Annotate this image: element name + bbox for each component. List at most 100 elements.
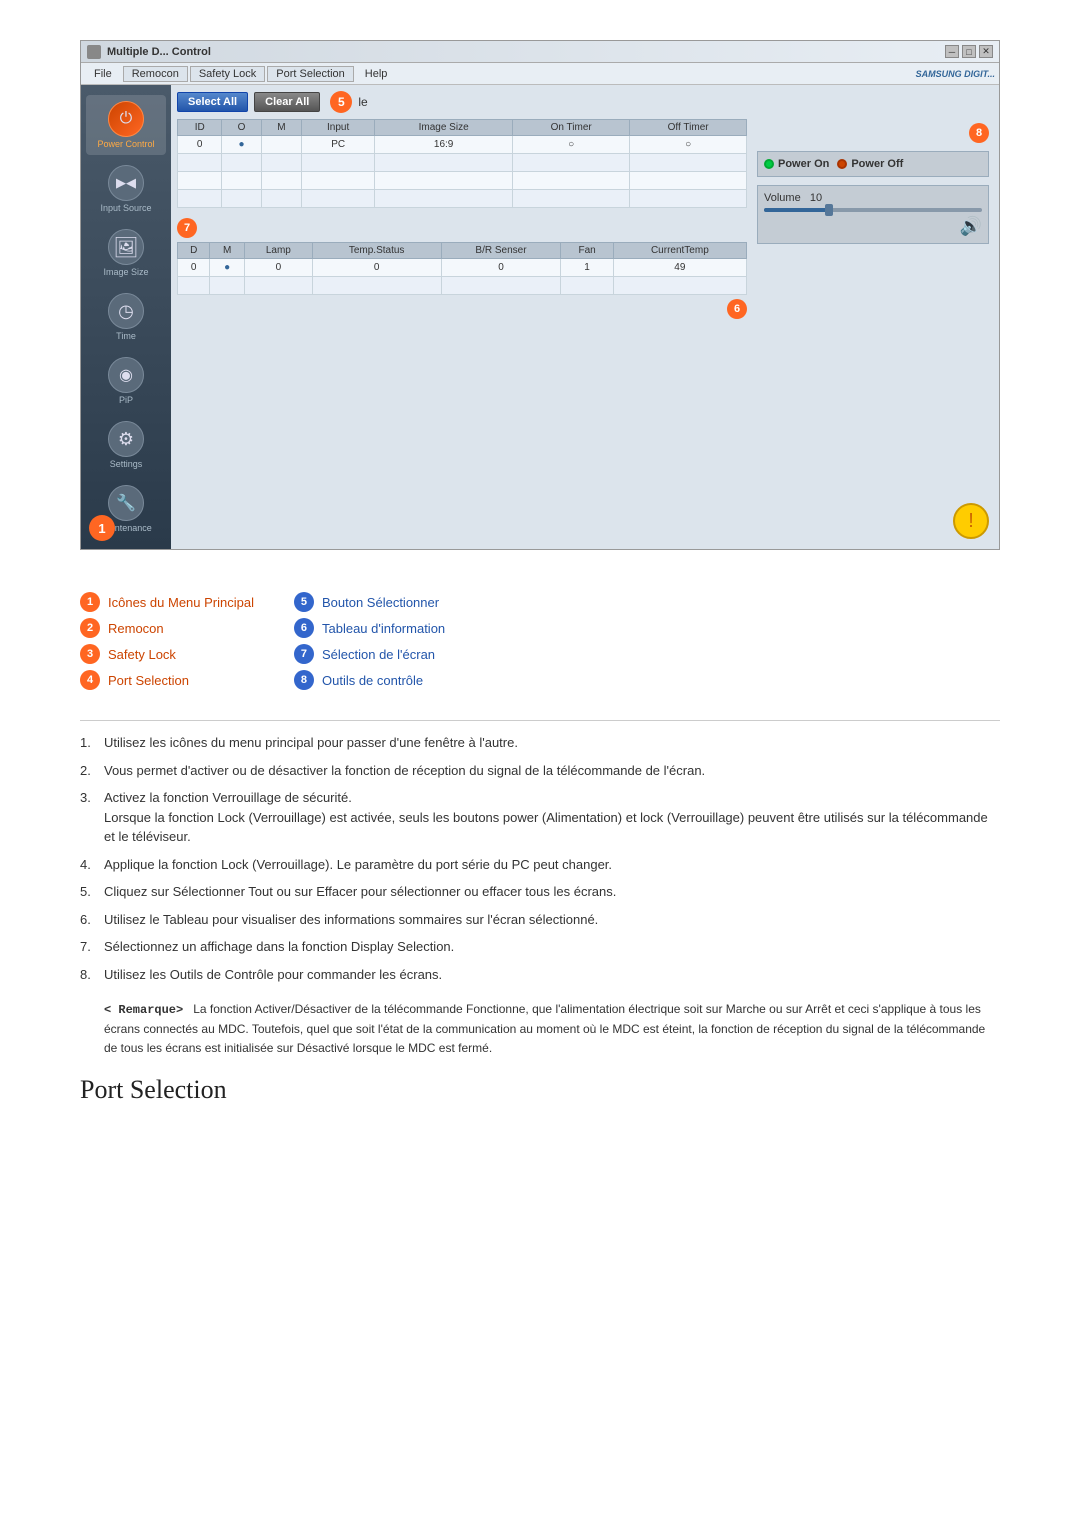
cell-o: ●	[222, 136, 261, 154]
col-header-o: O	[222, 120, 261, 136]
bcol-d: D	[178, 243, 210, 259]
col-header-image-size: Image Size	[375, 120, 513, 136]
volume-value: 10	[810, 192, 822, 204]
bcol-m: M	[210, 243, 245, 259]
menu-remocon[interactable]: Remocon	[123, 66, 188, 82]
instruction-2: 2. Vous permet d'activer ou de désactive…	[80, 761, 1000, 781]
app-body: ⏻ Power Control ▶◀ Input Source 🖼 Image …	[81, 85, 999, 549]
legend-num-8: 8	[294, 670, 314, 690]
btable-row: 0 ● 0 0 0 1 49	[178, 259, 747, 277]
badge-6: 6	[727, 299, 747, 319]
col-header-input: Input	[302, 120, 375, 136]
sidebar-label-image-size: Image Size	[103, 267, 148, 277]
bcell-br-senser: 0	[441, 259, 561, 277]
volume-label-row: Volume 10	[764, 192, 982, 204]
sidebar-item-time[interactable]: ◷ Time	[86, 287, 166, 347]
legend-text-3: Safety Lock	[108, 647, 176, 662]
table-row	[178, 154, 747, 172]
instruction-6: 6. Utilisez le Tableau pour visualiser d…	[80, 910, 1000, 930]
bcol-br-senser: B/R Senser	[441, 243, 561, 259]
menu-file[interactable]: File	[85, 66, 121, 82]
volume-speaker-icon: 🔊	[764, 216, 982, 237]
title-bar: Multiple D... Control ─ □ ✕	[81, 41, 999, 63]
badge-1: 1	[89, 515, 115, 541]
power-on-radio[interactable]	[764, 159, 774, 169]
maximize-button[interactable]: □	[962, 45, 976, 58]
legend-num-2: 2	[80, 618, 100, 638]
power-on-button[interactable]: Power On	[764, 158, 829, 170]
badge-5: 5	[330, 91, 352, 113]
select-all-button[interactable]: Select All	[177, 92, 248, 112]
instruction-3: 3. Activez la fonction Verrouillage de s…	[80, 788, 1000, 847]
main-content-area: Select All Clear All 5 le ID O	[171, 85, 999, 549]
volume-slider-thumb[interactable]	[825, 204, 833, 216]
power-on-label: Power On	[778, 158, 829, 170]
menu-bar: File Remocon Safety Lock Port Selection …	[81, 63, 999, 85]
sidebar-item-pip[interactable]: ◉ PiP	[86, 351, 166, 411]
app-icon	[87, 45, 101, 59]
legend-num-1: 1	[80, 592, 100, 612]
volume-slider-track[interactable]	[764, 208, 982, 212]
menu-port-selection[interactable]: Port Selection	[267, 66, 353, 82]
sidebar-item-power-control[interactable]: ⏻ Power Control	[86, 95, 166, 155]
instruction-num-2: 2.	[80, 761, 91, 781]
bcell-lamp: 0	[244, 259, 312, 277]
legend-text-7: Sélection de l'écran	[322, 647, 435, 662]
instructions-list: 1. Utilisez les icônes du menu principal…	[80, 733, 1000, 984]
col-header-off-timer: Off Timer	[630, 120, 747, 136]
bcell-m: ●	[210, 259, 245, 277]
sidebar-label-power-control: Power Control	[97, 139, 154, 149]
legend-item-4: 4 Port Selection	[80, 670, 254, 690]
instruction-4: 4. Applique la fonction Lock (Verrouilla…	[80, 855, 1000, 875]
image-size-icon: 🖼	[108, 229, 144, 265]
warning-icon-wrap: !	[953, 503, 989, 539]
clear-all-button[interactable]: Clear All	[254, 92, 320, 112]
col-header-id: ID	[178, 120, 222, 136]
legend-item-5: 5 Bouton Sélectionner	[294, 592, 445, 612]
menu-safety-lock[interactable]: Safety Lock	[190, 66, 265, 82]
title-bar-controls[interactable]: ─ □ ✕	[945, 45, 993, 58]
legend-text-4: Port Selection	[108, 673, 189, 688]
bottom-data-table: D M Lamp Temp.Status B/R Senser Fan Curr…	[177, 242, 747, 295]
top-data-table: ID O M Input Image Size On Timer Off Tim…	[177, 119, 747, 208]
instruction-num-5: 5.	[80, 882, 91, 902]
badge-1-corner: 1	[89, 515, 115, 541]
power-off-button[interactable]: Power Off	[837, 158, 903, 170]
instruction-num-1: 1.	[80, 733, 91, 753]
sidebar-label-input-source: Input Source	[100, 203, 151, 213]
bcell-fan: 1	[561, 259, 613, 277]
bcell-current-temp: 49	[613, 259, 746, 277]
minimize-button[interactable]: ─	[945, 45, 959, 58]
sidebar-item-input-source[interactable]: ▶◀ Input Source	[86, 159, 166, 219]
cell-off-timer: ○	[630, 136, 747, 154]
cell-image-size: 16:9	[375, 136, 513, 154]
badge-8: 8	[969, 123, 989, 143]
input-source-icon: ▶◀	[108, 165, 144, 201]
window-title: Multiple D... Control	[107, 46, 211, 58]
toolbar-row: Select All Clear All 5 le	[177, 91, 993, 113]
menu-help[interactable]: Help	[356, 66, 397, 82]
page-wrapper: Multiple D... Control ─ □ ✕ File Remocon…	[0, 0, 1080, 1165]
sidebar-item-image-size[interactable]: 🖼 Image Size	[86, 223, 166, 283]
cell-on-timer: ○	[513, 136, 630, 154]
pip-icon: ◉	[108, 357, 144, 393]
close-button[interactable]: ✕	[979, 45, 993, 58]
settings-icon: ⚙	[108, 421, 144, 457]
power-off-radio[interactable]	[837, 159, 847, 169]
sidebar-item-settings[interactable]: ⚙ Settings	[86, 415, 166, 475]
col-header-m: M	[261, 120, 302, 136]
sidebar-label-settings: Settings	[110, 459, 143, 469]
title-bar-left: Multiple D... Control	[87, 45, 211, 59]
instruction-1: 1. Utilisez les icônes du menu principal…	[80, 733, 1000, 753]
legend-num-3: 3	[80, 644, 100, 664]
instruction-num-8: 8.	[80, 965, 91, 985]
btable-row	[178, 277, 747, 295]
bcell-temp-status: 0	[312, 259, 441, 277]
legend-num-4: 4	[80, 670, 100, 690]
app-window: Multiple D... Control ─ □ ✕ File Remocon…	[80, 40, 1000, 550]
bcell-d: 0	[178, 259, 210, 277]
sidebar: ⏻ Power Control ▶◀ Input Source 🖼 Image …	[81, 85, 171, 549]
legend-text-2: Remocon	[108, 621, 164, 636]
remark-label: < Remarque>	[104, 1003, 183, 1017]
cell-id: 0	[178, 136, 222, 154]
